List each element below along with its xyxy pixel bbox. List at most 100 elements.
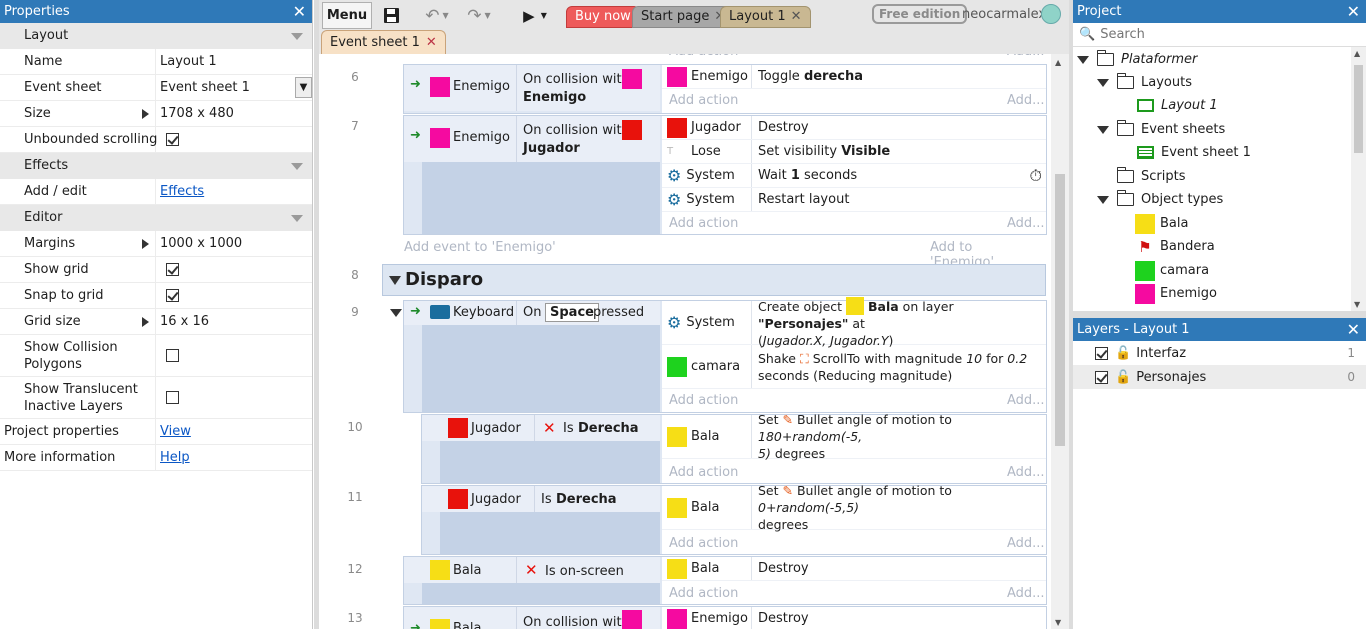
add-ellipsis-link[interactable]: Add... — [1007, 536, 1045, 551]
collapse-icon[interactable] — [1097, 126, 1109, 134]
close-icon[interactable]: ✕ — [791, 9, 802, 24]
action-row[interactable]: Enemigo Destroy — [662, 607, 1046, 629]
action-row[interactable]: Jugador Destroy — [662, 116, 1046, 140]
event-condition[interactable]: Jugador ✕ Is Derecha — [422, 415, 660, 441]
scroll-down-icon[interactable]: ▼ — [1055, 618, 1061, 627]
scrollbar-thumb[interactable] — [1055, 174, 1065, 446]
event-row[interactable]: ➜ Enemigo On collision with Jugador Juga… — [403, 115, 1047, 235]
action-row[interactable]: ⚙ System Restart layout — [662, 188, 1046, 212]
show-grid-checkbox[interactable] — [166, 263, 179, 276]
close-icon[interactable]: ✕ — [1347, 0, 1360, 23]
scroll-up-icon[interactable]: ▲ — [1354, 49, 1360, 58]
close-icon[interactable]: ✕ — [293, 0, 306, 23]
tab-start-page[interactable]: Start page✕ — [632, 6, 735, 28]
add-ellipsis-link[interactable]: Add... — [1007, 393, 1045, 408]
collapse-icon[interactable] — [390, 309, 402, 317]
event-condition[interactable]: ➜ Enemigo On collision with Jugador — [404, 116, 660, 162]
event-row[interactable]: ➜ Keyboard On Space pressed ⚙ System Crea… — [403, 296, 1047, 413]
scroll-down-icon[interactable]: ▼ — [1354, 300, 1360, 309]
tree-object[interactable]: Bala — [1135, 212, 1188, 235]
action-row[interactable]: ⚙ System Wait 1 seconds ⏱ — [662, 164, 1046, 188]
action-row[interactable]: camara Shake ⛶ ScrollTo with magnitude 1… — [662, 345, 1046, 389]
vertical-scrollbar[interactable]: ▲ ▼ — [1051, 54, 1069, 629]
close-icon[interactable]: ✕ — [426, 35, 437, 50]
collapse-icon[interactable] — [291, 163, 303, 170]
close-icon[interactable]: ✕ — [1347, 318, 1360, 341]
add-ellipsis-link[interactable]: Add... — [1007, 586, 1045, 601]
expand-icon[interactable] — [142, 317, 149, 327]
free-edition-badge[interactable]: Free edition — [872, 4, 968, 24]
action-row[interactable]: Enemigo Toggle derecha — [662, 65, 1046, 89]
prop-size-value[interactable]: 1708 x 480 — [156, 101, 312, 126]
action-row[interactable]: Bala Set ✎ Bullet angle of motion to 180… — [662, 412, 1046, 461]
tree-root[interactable]: Plataformer — [1096, 48, 1197, 71]
tree-object[interactable]: Enemigo — [1135, 282, 1217, 305]
action-row[interactable]: Bala Set ✎ Bullet angle of motion to 0+r… — [662, 483, 1046, 532]
add-action-link[interactable]: Add action — [669, 536, 738, 551]
tree-scripts[interactable]: Scripts — [1116, 165, 1185, 188]
add-ellipsis-link[interactable]: Add... — [1007, 465, 1045, 480]
prop-grid-size-value[interactable]: 16 x 16 — [156, 309, 312, 334]
translucent-checkbox[interactable] — [166, 391, 179, 404]
collapse-icon[interactable] — [291, 215, 303, 222]
chevron-down-icon[interactable]: ▼ — [295, 77, 312, 98]
add-action-link[interactable]: Add action — [669, 393, 738, 408]
tree-object[interactable]: ⚑ Bandera — [1135, 235, 1214, 258]
play-icon[interactable]: ▶ ▼ — [517, 2, 553, 29]
add-action-link[interactable]: Add action — [669, 93, 738, 108]
lock-icon[interactable]: 🔓 — [1115, 370, 1131, 385]
tree-object-types[interactable]: Object types — [1116, 188, 1223, 211]
event-condition[interactable]: ➜ Keyboard On Space pressed — [404, 301, 660, 325]
collision-checkbox[interactable] — [166, 349, 179, 362]
event-row[interactable]: Bala ✕ Is on-screen Bala Destroy Add act… — [403, 556, 1047, 605]
event-row[interactable]: ➜ Enemigo On collision with Enemigo Enem… — [403, 64, 1047, 114]
menu-button[interactable]: Menu — [322, 2, 372, 29]
tab-layout-1[interactable]: Layout 1 ✕ — [720, 6, 811, 28]
add-ellipsis-link[interactable]: Add... — [1007, 93, 1045, 108]
splitter[interactable] — [1073, 311, 1366, 318]
event-condition[interactable]: ➜ Enemigo On collision with Enemigo — [404, 65, 660, 111]
add-action-link[interactable]: Add action — [669, 586, 738, 601]
event-row[interactable]: ➜ Bala On collision with Enemigo Destroy — [403, 606, 1047, 629]
lock-icon[interactable]: 🔓 — [1115, 346, 1131, 361]
collapse-icon[interactable] — [291, 33, 303, 40]
search-input[interactable] — [1100, 27, 1341, 42]
scroll-up-icon[interactable]: ▲ — [1055, 58, 1061, 67]
tree-event-sheet-1[interactable]: Event sheet 1 — [1137, 141, 1251, 164]
event-sheet-select[interactable]: Event sheet 1 ▼ — [156, 75, 312, 100]
add-ellipsis-link[interactable]: Add... — [1007, 54, 1045, 59]
collapse-icon[interactable] — [1097, 196, 1109, 204]
add-event-link[interactable]: Add event to 'Enemigo' — [404, 240, 556, 255]
effects-link[interactable]: Effects — [160, 184, 204, 199]
tree-object[interactable]: camara — [1135, 259, 1209, 282]
add-action-link[interactable]: Add action — [669, 465, 738, 480]
action-row[interactable]: Bala Destroy — [662, 557, 1046, 581]
add-ellipsis-link[interactable]: Add... — [1007, 216, 1045, 231]
event-condition[interactable]: ➜ Bala On collision with — [404, 607, 660, 629]
tab-event-sheet-1[interactable]: Event sheet 1 ✕ — [321, 30, 446, 54]
section-effects[interactable]: Effects — [0, 153, 312, 179]
event-condition[interactable]: Bala ✕ Is on-screen — [404, 557, 660, 583]
vertical-scrollbar[interactable]: ▲ ▼ — [1351, 47, 1366, 311]
unbounded-checkbox[interactable] — [166, 133, 179, 146]
layer-visible-checkbox[interactable] — [1095, 370, 1108, 384]
event-condition[interactable]: Jugador Is Derecha — [422, 486, 660, 512]
expand-icon[interactable] — [142, 109, 149, 119]
action-row[interactable]: T Lose Set visibility Visible — [662, 140, 1046, 164]
layer-row[interactable]: 🔓 Interfaz 1 — [1073, 341, 1366, 365]
tree-layouts[interactable]: Layouts — [1116, 71, 1192, 94]
tree-layout-1[interactable]: Layout 1 — [1137, 94, 1218, 117]
section-layout[interactable]: Layout — [0, 23, 312, 49]
project-search[interactable]: 🔍 — [1073, 23, 1366, 47]
add-action-link[interactable]: Add action — [669, 54, 738, 59]
expand-icon[interactable] — [142, 239, 149, 249]
event-group[interactable]: Disparo — [382, 264, 1046, 296]
save-icon[interactable] — [379, 2, 403, 29]
view-link[interactable]: View — [160, 424, 191, 439]
layer-visible-checkbox[interactable] — [1095, 346, 1108, 360]
collapse-icon[interactable] — [1097, 79, 1109, 87]
action-row[interactable]: ⚙ System Create object Bala on layer "Per… — [662, 296, 1046, 348]
event-row[interactable]: Jugador Is Derecha Bala Set ✎ Bullet ang… — [421, 483, 1047, 555]
avatar[interactable] — [1041, 4, 1061, 24]
redo-icon[interactable]: ↷ ▼ — [461, 2, 497, 29]
